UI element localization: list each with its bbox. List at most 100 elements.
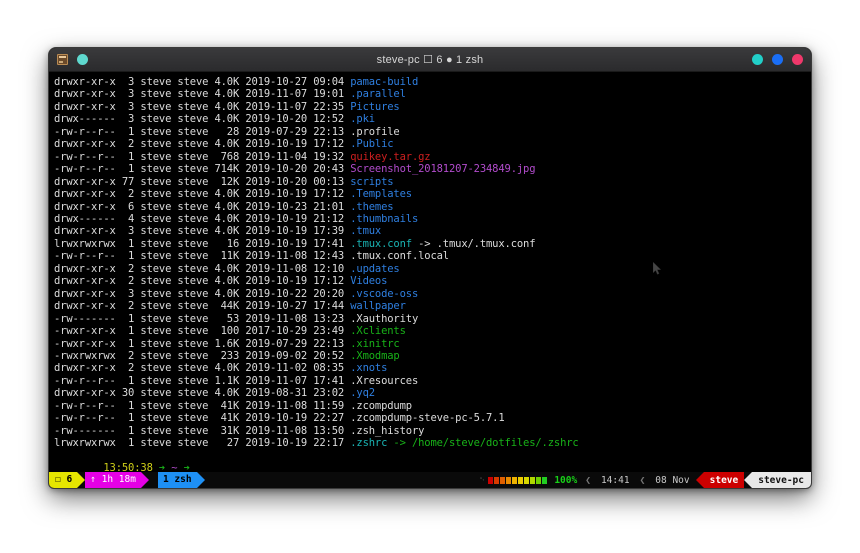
file-row: drwxr-xr-x 2 steve steve 44K 2019-10-27 … — [54, 300, 811, 312]
file-name: .Public — [350, 138, 394, 151]
file-name: .zcompdump — [350, 399, 412, 412]
battery-percent: 100% — [554, 474, 578, 486]
file-name: Pictures — [350, 100, 400, 113]
file-row-metadata: -rw------- 1 steve steve 53 2019-11-08 1… — [54, 312, 351, 325]
file-name: .parallel — [350, 88, 406, 101]
titlebar-left-icons — [57, 54, 88, 65]
page-root: steve-pc ☐ 6 ● 1 zsh drwxr-xr-x 3 steve … — [0, 0, 860, 553]
file-row-metadata: drwxr-xr-x 2 steve steve 4.0K 2019-11-02… — [54, 362, 351, 375]
status-uptime-arrow-icon — [140, 472, 149, 488]
file-row-metadata: -rw-r--r-- 1 steve steve 41K 2019-10-19 … — [54, 412, 351, 425]
file-row: lrwxrwxrwx 1 steve steve 27 2019-10-19 2… — [54, 437, 811, 449]
status-dot-teal-icon — [77, 54, 88, 65]
battery-block — [512, 476, 518, 484]
status-user: steve — [703, 472, 745, 488]
file-row: drwxr-xr-x 2 steve steve 4.0K 2019-11-08… — [54, 263, 811, 275]
battery-block — [500, 476, 506, 484]
status-session-segment[interactable]: ☐ 6 — [49, 472, 78, 488]
file-name: Screenshot_20181207-234849.jpg — [350, 163, 536, 176]
tmux-status-bar: ☐ 6 ↑ 1h 18m 1 zsh ␉ 100% ❮ 14:41 ❮ 08 N… — [49, 472, 811, 488]
battery-indicator: ␉ 100% — [478, 472, 582, 488]
status-host: steve-pc — [752, 472, 811, 488]
file-row: drwxr-xr-x 77 steve steve 12K 2019-10-20… — [54, 176, 811, 188]
file-row: lrwxrwxrwx 1 steve steve 16 2019-10-19 1… — [54, 238, 811, 250]
file-name: .yq2 — [350, 387, 375, 400]
status-user-arrow-icon — [695, 472, 704, 488]
file-row: drwxr-xr-x 2 steve steve 4.0K 2019-10-19… — [54, 138, 811, 150]
battery-block — [494, 476, 500, 484]
file-row-metadata: drwx------ 4 steve steve 4.0K 2019-10-19… — [54, 212, 351, 225]
file-name: scripts — [350, 175, 394, 188]
window-button-cyan-icon[interactable] — [752, 54, 763, 65]
file-row: drwxr-xr-x 3 steve steve 4.0K 2019-10-22… — [54, 288, 811, 300]
file-row: -rw------- 1 steve steve 53 2019-11-08 1… — [54, 313, 811, 325]
file-row: drwxr-xr-x 2 steve steve 4.0K 2019-10-19… — [54, 188, 811, 200]
file-row: -rw-r--r-- 1 steve steve 768 2019-11-04 … — [54, 151, 811, 163]
file-row-metadata: drwxr-xr-x 2 steve steve 4.0K 2019-11-08… — [54, 262, 351, 275]
file-name: .updates — [350, 262, 400, 275]
window-titlebar[interactable]: steve-pc ☐ 6 ● 1 zsh — [49, 48, 811, 72]
file-name: .Xresources — [350, 374, 419, 387]
file-name: .xinitrc — [350, 337, 400, 350]
file-row: drwxr-xr-x 3 steve steve 4.0K 2019-10-19… — [54, 225, 811, 237]
terminal-icon — [57, 54, 68, 65]
status-uptime-segment: ↑ 1h 18m — [85, 472, 141, 488]
prompt-arrow-1: ➔ — [158, 462, 166, 472]
file-row: -rw-r--r-- 1 steve steve 41K 2019-11-08 … — [54, 400, 811, 412]
status-window-segment[interactable]: 1 zsh — [157, 472, 197, 488]
file-name: .Templates — [350, 188, 412, 201]
file-row: -rw-r--r-- 1 steve steve 41K 2019-10-19 … — [54, 412, 811, 424]
file-row: -rw-r--r-- 1 steve steve 28 2019-07-29 2… — [54, 126, 811, 138]
file-row: -rwxr-xr-x 1 steve steve 100 2017-10-29 … — [54, 325, 811, 337]
file-row-metadata: drwxr-xr-x 2 steve steve 4.0K 2019-10-19… — [54, 275, 351, 288]
battery-block — [488, 476, 494, 484]
file-row-metadata: drwxr-xr-x 2 steve steve 4.0K 2019-10-19… — [54, 138, 351, 151]
status-window-arrow-icon — [196, 472, 205, 488]
file-name: .tmux — [350, 225, 382, 238]
file-name: wallpaper — [350, 300, 406, 313]
file-row-metadata: drwxr-xr-x 3 steve steve 4.0K 2019-11-07… — [54, 88, 351, 101]
file-name: .zshrc — [350, 437, 388, 450]
file-row-metadata: lrwxrwxrwx 1 steve steve 27 2019-10-19 2… — [54, 437, 351, 450]
window-controls — [752, 54, 803, 65]
file-row-metadata: -rw------- 1 steve steve 31K 2019-11-08 … — [54, 424, 351, 437]
status-chevron-2-icon: ❮ — [639, 474, 646, 486]
file-row-metadata: -rw-r--r-- 1 steve steve 28 2019-07-29 2… — [54, 125, 351, 138]
window-button-blue-icon[interactable] — [772, 54, 783, 65]
file-row: drwxr-xr-x 6 steve steve 4.0K 2019-10-23… — [54, 201, 811, 213]
file-name: .Xmodmap — [350, 349, 400, 362]
file-row: drwxr-xr-x 2 steve steve 4.0K 2019-10-19… — [54, 275, 811, 287]
file-row-metadata: drwxr-xr-x 2 steve steve 4.0K 2019-10-19… — [54, 188, 351, 201]
prompt-time: 13:50:38 — [103, 462, 153, 472]
terminal-output[interactable]: drwxr-xr-x 3 steve steve 4.0K 2019-10-27… — [49, 72, 811, 472]
file-row: -rw------- 1 steve steve 31K 2019-11-08 … — [54, 425, 811, 437]
battery-block — [530, 476, 536, 484]
file-name: Videos — [350, 275, 388, 288]
file-name: .zsh_history — [350, 424, 425, 437]
prompt-path: ~ — [171, 462, 178, 472]
battery-block — [506, 476, 512, 484]
file-row-metadata: drwxr-xr-x 77 steve steve 12K 2019-10-20… — [54, 175, 351, 188]
shell-prompt[interactable]: 13:50:38 ➔ ~ ➔ — [54, 450, 811, 472]
file-listing: drwxr-xr-x 3 steve steve 4.0K 2019-10-27… — [54, 76, 811, 450]
file-row: -rwxrwxrwx 2 steve steve 233 2019-09-02 … — [54, 350, 811, 362]
window-button-pink-icon[interactable] — [792, 54, 803, 65]
file-name: .Xauthority — [350, 312, 419, 325]
file-name: .profile — [350, 125, 400, 138]
file-row-metadata: -rwxrwxrwx 2 steve steve 233 2019-09-02 … — [54, 349, 351, 362]
file-row-metadata: drwxr-xr-x 3 steve steve 4.0K 2019-10-19… — [54, 225, 351, 238]
file-row-metadata: -rwxr-xr-x 1 steve steve 1.6K 2019-07-29… — [54, 337, 351, 350]
file-name: .zcompdump-steve-pc-5.7.1 — [350, 412, 505, 425]
battery-block — [524, 476, 530, 484]
file-row: drwx------ 3 steve steve 4.0K 2019-10-20… — [54, 113, 811, 125]
prompt-arrow-2: ➔ — [183, 462, 190, 472]
file-row-metadata: -rw-r--r-- 1 steve steve 768 2019-11-04 … — [54, 150, 351, 163]
file-row: drwxr-xr-x 3 steve steve 4.0K 2019-10-27… — [54, 76, 811, 88]
file-name: quikey.tar.gz — [350, 150, 431, 163]
status-chevron-1-icon: ❮ — [585, 474, 591, 486]
status-spacer — [204, 472, 479, 488]
file-name: .themes — [350, 200, 394, 213]
file-name: .pki — [350, 113, 375, 126]
terminal-window: steve-pc ☐ 6 ● 1 zsh drwxr-xr-x 3 steve … — [49, 48, 811, 488]
file-row-metadata: -rw-r--r-- 1 steve steve 41K 2019-11-08 … — [54, 399, 351, 412]
